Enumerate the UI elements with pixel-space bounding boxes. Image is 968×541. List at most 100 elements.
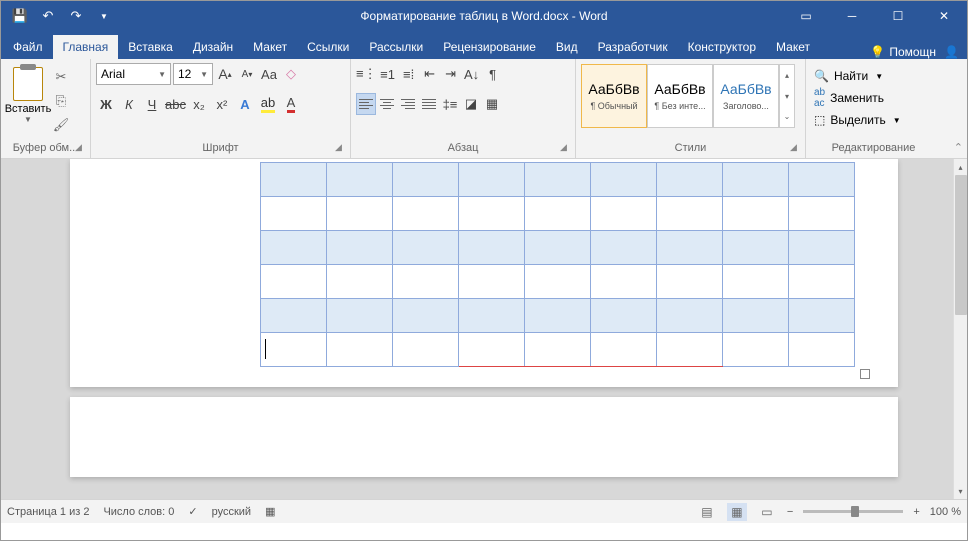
sort-button[interactable]: A↓ — [462, 63, 482, 85]
align-left-button[interactable] — [356, 93, 376, 115]
style-no-spacing[interactable]: АаБбВв ¶ Без инте... — [647, 64, 713, 128]
scroll-up-button[interactable]: ▴ — [954, 159, 967, 175]
group-label-styles: Стили — [576, 142, 805, 156]
page-2[interactable] — [70, 397, 898, 477]
tab-references[interactable]: Ссылки — [297, 35, 359, 59]
cursor-icon: ⬚ — [814, 113, 825, 127]
font-dialog-launcher[interactable]: ◢ — [335, 142, 347, 154]
replace-button[interactable]: abacЗаменить — [811, 88, 904, 108]
zoom-in-button[interactable]: + — [913, 506, 919, 518]
group-font: Arial▼ 12▼ A▴ A▾ Aa ◇ Ж К Ч abc x₂ x² A … — [91, 59, 351, 158]
ribbon-display-button[interactable]: ▭ — [783, 1, 829, 31]
tab-file[interactable]: Файл — [3, 35, 53, 59]
text-effects-button[interactable]: A — [235, 93, 255, 115]
borders-button[interactable]: ▦ — [482, 93, 502, 115]
paste-button[interactable]: Вставить ▼ — [6, 62, 50, 124]
multilevel-list-button[interactable]: ≡⁞ — [399, 63, 419, 85]
tab-developer[interactable]: Разработчик — [588, 35, 678, 59]
italic-button[interactable]: К — [119, 93, 139, 115]
tab-table-design[interactable]: Конструктор — [678, 35, 766, 59]
undo-button[interactable]: ↶ — [35, 3, 61, 29]
read-mode-button[interactable]: ▤ — [697, 503, 717, 521]
print-layout-button[interactable]: ▦ — [727, 503, 747, 521]
select-button[interactable]: ⬚Выделить▼ — [811, 110, 904, 130]
bullets-button[interactable]: ≡⋮ — [356, 63, 377, 85]
clipboard-dialog-launcher[interactable]: ◢ — [75, 142, 87, 154]
styles-dialog-launcher[interactable]: ◢ — [790, 142, 802, 154]
ribbon: Вставить ▼ ✂ ⎘ 🖌 Буфер обм... ◢ Arial▼ 1… — [1, 59, 967, 159]
close-button[interactable]: ✕ — [921, 1, 967, 31]
numbering-button[interactable]: ≡1 — [378, 63, 398, 85]
bold-button[interactable]: Ж — [96, 93, 116, 115]
ribbon-tabs: Файл Главная Вставка Дизайн Макет Ссылки… — [1, 31, 967, 59]
document-area[interactable]: ▴ ▾ — [1, 159, 967, 499]
zoom-slider[interactable] — [803, 510, 903, 513]
vertical-scrollbar[interactable]: ▴ ▾ — [953, 159, 967, 499]
tab-mailings[interactable]: Рассылки — [359, 35, 433, 59]
replace-icon: abac — [814, 87, 825, 109]
page-indicator[interactable]: Страница 1 из 2 — [7, 506, 89, 518]
align-center-button[interactable] — [377, 93, 397, 115]
document-table[interactable] — [260, 162, 855, 367]
clear-formatting-button[interactable]: ◇ — [281, 63, 301, 85]
save-button[interactable]: 💾 — [7, 3, 33, 29]
group-label-editing: Редактирование — [806, 142, 941, 156]
tab-insert[interactable]: Вставка — [118, 35, 183, 59]
active-cell[interactable] — [261, 333, 327, 367]
macro-indicator[interactable]: ▦ — [265, 505, 275, 518]
subscript-button[interactable]: x₂ — [189, 93, 209, 115]
line-spacing-button[interactable]: ‡≡ — [440, 93, 460, 115]
styles-expand[interactable]: ⌄ — [780, 106, 794, 127]
style-normal[interactable]: АаБбВв ¶ Обычный — [581, 64, 647, 128]
zoom-level[interactable]: 100 % — [930, 506, 961, 518]
tab-table-layout[interactable]: Макет — [766, 35, 820, 59]
minimize-button[interactable]: ─ — [829, 1, 875, 31]
title-bar: 💾 ↶ ↷ ▼ Форматирование таблиц в Word.doc… — [1, 1, 967, 31]
tab-view[interactable]: Вид — [546, 35, 588, 59]
spell-check-icon[interactable]: ✓ — [188, 505, 197, 518]
align-right-button[interactable] — [398, 93, 418, 115]
change-case-button[interactable]: Aa — [259, 63, 279, 85]
highlight-button[interactable]: ab — [258, 93, 278, 115]
decrease-indent-button[interactable]: ⇤ — [420, 63, 440, 85]
increase-indent-button[interactable]: ⇥ — [441, 63, 461, 85]
justify-button[interactable] — [419, 93, 439, 115]
share-button[interactable]: 👤 — [944, 45, 959, 59]
word-count[interactable]: Число слов: 0 — [103, 506, 174, 518]
format-painter-button[interactable]: 🖌 — [52, 116, 70, 134]
tab-design[interactable]: Дизайн — [183, 35, 243, 59]
superscript-button[interactable]: x² — [212, 93, 232, 115]
cut-button[interactable]: ✂ — [52, 68, 70, 86]
tab-home[interactable]: Главная — [53, 35, 119, 59]
language-indicator[interactable]: русский — [212, 506, 251, 518]
styles-scroll-up[interactable]: ▴ — [780, 65, 794, 86]
scroll-down-button[interactable]: ▾ — [954, 483, 967, 499]
find-button[interactable]: 🔍Найти▼ — [811, 66, 904, 86]
collapse-ribbon-button[interactable]: ⌃ — [954, 141, 963, 154]
font-size-combo[interactable]: 12▼ — [173, 63, 213, 85]
web-layout-button[interactable]: ▭ — [757, 503, 777, 521]
table-resize-handle[interactable] — [860, 369, 870, 379]
customize-qat-button[interactable]: ▼ — [91, 3, 117, 29]
shading-button[interactable]: ◪ — [461, 93, 481, 115]
paragraph-dialog-launcher[interactable]: ◢ — [560, 142, 572, 154]
page-1[interactable] — [70, 159, 898, 387]
zoom-out-button[interactable]: − — [787, 506, 793, 518]
maximize-button[interactable]: ☐ — [875, 1, 921, 31]
scroll-thumb[interactable] — [955, 175, 967, 315]
strikethrough-button[interactable]: abc — [165, 93, 186, 115]
redo-button[interactable]: ↷ — [63, 3, 89, 29]
bulb-icon: 💡 — [870, 45, 885, 59]
font-name-combo[interactable]: Arial▼ — [96, 63, 171, 85]
tab-layout[interactable]: Макет — [243, 35, 297, 59]
shrink-font-button[interactable]: A▾ — [237, 63, 257, 85]
style-heading[interactable]: АаБбВв Заголово... — [713, 64, 779, 128]
font-color-button[interactable]: A — [281, 93, 301, 115]
styles-scroll-down[interactable]: ▾ — [780, 86, 794, 107]
grow-font-button[interactable]: A▴ — [215, 63, 235, 85]
show-marks-button[interactable]: ¶ — [483, 63, 503, 85]
underline-button[interactable]: Ч — [142, 93, 162, 115]
copy-button[interactable]: ⎘ — [52, 92, 70, 110]
tab-review[interactable]: Рецензирование — [433, 35, 546, 59]
tell-me-button[interactable]: 💡Помощн — [870, 45, 936, 59]
